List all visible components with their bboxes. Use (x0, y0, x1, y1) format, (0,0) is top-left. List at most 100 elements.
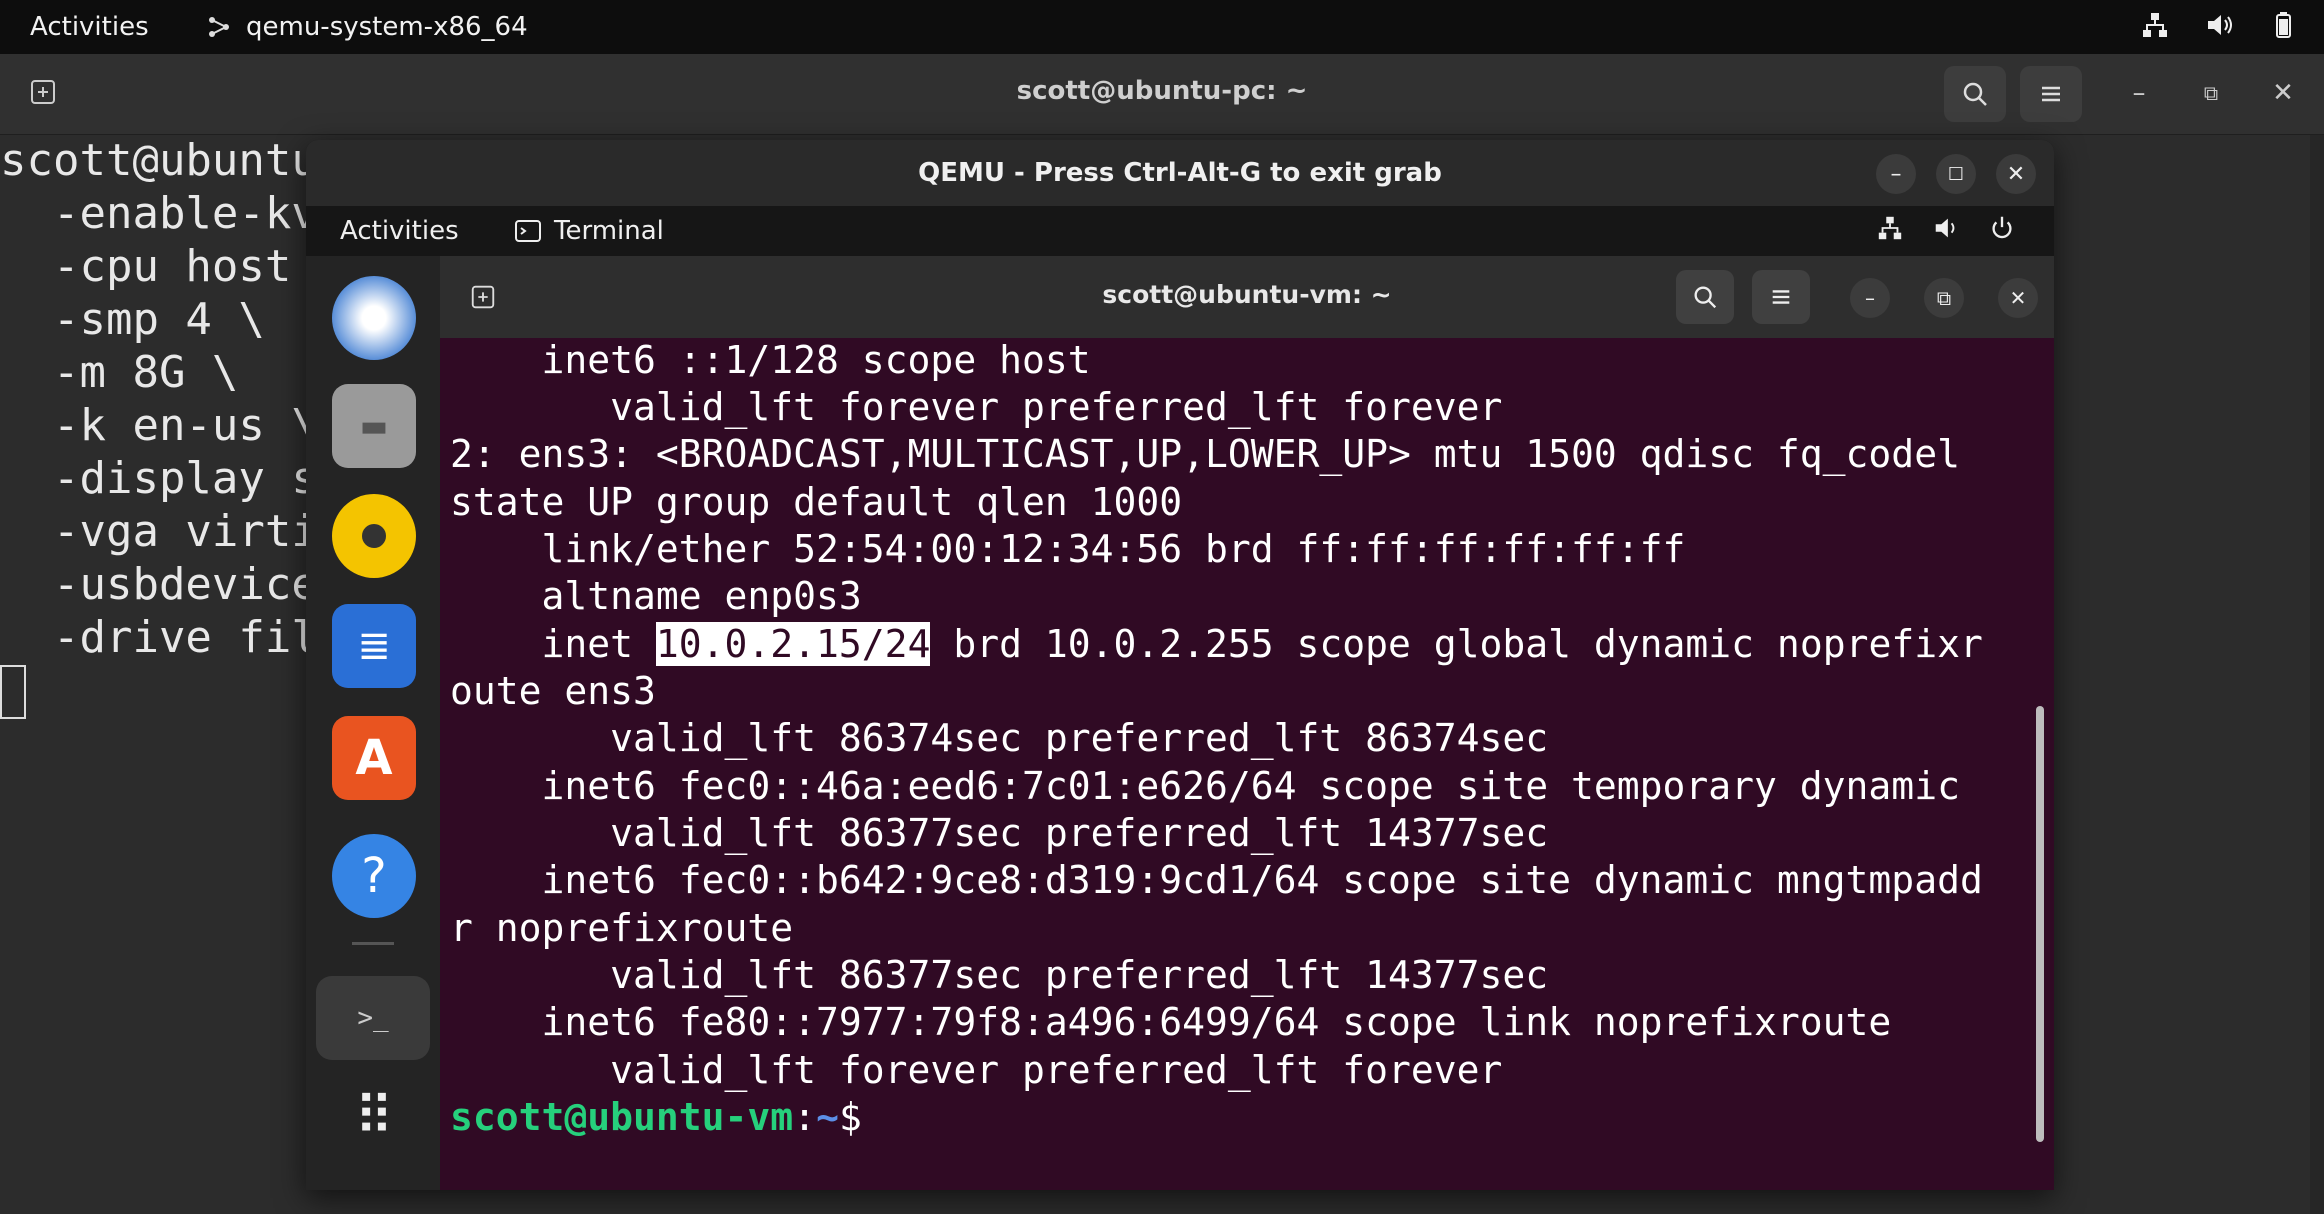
activities-button[interactable]: Activities (30, 12, 149, 42)
close-icon: ✕ (2009, 286, 2027, 310)
thunderbird-icon[interactable] (332, 276, 416, 360)
qemu-title: QEMU - Press Ctrl-Alt-G to exit grab (918, 158, 1442, 188)
volume-icon[interactable] (1932, 214, 1960, 242)
host-top-bar: Activities qemu-system-x86_64 (0, 0, 2324, 54)
volume-icon[interactable] (2204, 10, 2234, 40)
vm-close-button[interactable]: ✕ (1998, 278, 2038, 318)
inet-prefix: inet (450, 622, 656, 666)
hamburger-menu-icon (2042, 86, 2060, 102)
minimize-icon: – (1890, 161, 1902, 187)
vm-top-bar: Activities Terminal (306, 206, 2054, 256)
host-terminal-cursor (0, 665, 26, 719)
vm-new-tab-button[interactable] (454, 270, 512, 324)
app-center-icon[interactable]: A (332, 716, 416, 800)
network-icon[interactable] (2140, 10, 2170, 40)
terminal-line: inet6 fec0::46a:eed6:7c01:e626/64 scope … (450, 764, 1960, 808)
writer-icon[interactable]: ≣ (332, 604, 416, 688)
help-icon[interactable]: ? (332, 834, 416, 918)
terminal-line: valid_lft 86377sec preferred_lft 14377se… (450, 811, 1549, 855)
qemu-close-button[interactable]: ✕ (1996, 154, 2036, 194)
search-icon (1963, 82, 1987, 106)
network-icon[interactable] (1876, 214, 1904, 242)
host-menu-button[interactable] (2020, 66, 2082, 122)
terminal-line: valid_lft forever preferred_lft forever (450, 385, 1503, 429)
prompt-separator: : (793, 1095, 817, 1139)
vm-terminal-body[interactable]: inet6 ::1/128 scope host valid_lft forev… (440, 338, 2054, 1190)
vm-terminal-header[interactable]: scott@ubuntu-vm: ~ – ⧉ ✕ (440, 256, 2054, 338)
search-icon (1694, 286, 1717, 309)
host-terminal-line: -enable-kv (0, 188, 318, 239)
show-apps-icon[interactable]: ⠿ (332, 1074, 416, 1158)
restore-icon: ⧉ (2203, 81, 2219, 105)
host-minimize-button[interactable]: – (2116, 70, 2162, 116)
files-icon[interactable]: ▬ (332, 384, 416, 468)
new-tab-icon (471, 285, 495, 309)
system-tray[interactable] (2140, 10, 2298, 40)
new-tab-icon (31, 80, 55, 104)
host-terminal-line: -k en-us \ (0, 400, 318, 451)
terminal-line: valid_lft 86374sec preferred_lft 86374se… (450, 716, 1549, 760)
terminal-app-icon (515, 220, 541, 242)
vm-restore-button[interactable]: ⧉ (1924, 278, 1964, 318)
vm-terminal-title: scott@ubuntu-vm: ~ (1102, 280, 1392, 309)
vm-app-menu[interactable]: Terminal (514, 216, 664, 246)
vm-activities-button[interactable]: Activities (340, 216, 459, 246)
qemu-minimize-button[interactable]: – (1876, 154, 1916, 194)
terminal-line: inet6 ::1/128 scope host (450, 338, 1114, 382)
host-terminal-line: -cpu host (0, 241, 318, 292)
host-terminal-line: -vga virti (0, 506, 318, 557)
prompt-path: ~ (816, 1095, 839, 1139)
hamburger-menu-icon (1772, 290, 1790, 304)
vm-app-name: Terminal (554, 216, 664, 246)
qemu-titlebar[interactable]: QEMU - Press Ctrl-Alt-G to exit grab – ☐… (306, 140, 2054, 206)
terminal-line: oute ens3 (450, 669, 656, 713)
qemu-app-icon (209, 17, 229, 37)
battery-icon[interactable] (2268, 10, 2298, 40)
new-tab-button[interactable] (12, 64, 74, 120)
host-terminal-line: -usbdevice (0, 559, 318, 610)
terminal-icon[interactable]: >_ (316, 976, 430, 1060)
qemu-window[interactable]: QEMU - Press Ctrl-Alt-G to exit grab – ☐… (306, 140, 2054, 1190)
qemu-maximize-button[interactable]: ☐ (1936, 154, 1976, 194)
inet-suffix: brd 10.0.2.255 scope global dynamic nopr… (930, 622, 1983, 666)
host-close-button[interactable]: ✕ (2260, 70, 2306, 116)
terminal-line: altname enp0s3 (450, 574, 862, 618)
close-icon: ✕ (2272, 78, 2294, 108)
vm-scrollbar[interactable] (2036, 706, 2044, 1142)
rhythmbox-icon[interactable] (332, 494, 416, 578)
terminal-line: inet6 fe80::7977:79f8:a496:6499/64 scope… (450, 1000, 1892, 1044)
host-search-button[interactable] (1944, 66, 2006, 122)
terminal-line: link/ether 52:54:00:12:34:56 brd ff:ff:f… (450, 527, 1686, 571)
selected-ip-address[interactable]: 10.0.2.15/24 (655, 622, 931, 666)
vm-system-tray[interactable] (1876, 214, 2016, 242)
vm-dock: ▬ ≣ A ? >_ ⠿ (306, 256, 440, 1190)
vm-menu-button[interactable] (1752, 270, 1810, 324)
terminal-line: valid_lft forever preferred_lft forever (450, 1048, 1503, 1092)
minimize-icon: – (1865, 286, 1875, 310)
restore-icon: ⧉ (1936, 286, 1952, 310)
terminal-line: inet6 fec0::b642:9ce8:d319:9cd1/64 scope… (450, 858, 1983, 902)
host-terminal-line: scott@ubuntu (0, 135, 318, 186)
terminal-line-inet: inet 10.0.2.15/24 brd 10.0.2.255 scope g… (450, 622, 1983, 666)
vm-minimize-button[interactable]: – (1850, 278, 1890, 318)
minimize-icon: – (2132, 78, 2146, 108)
host-restore-button[interactable]: ⧉ (2188, 70, 2234, 116)
host-terminal-line: -drive fil (0, 612, 318, 663)
host-terminal-line: -display s (0, 453, 318, 504)
terminal-line: 2: ens3: <BROADCAST,MULTICAST,UP,LOWER_U… (450, 432, 1960, 476)
prompt-symbol: $ (838, 1095, 862, 1139)
terminal-line: valid_lft 86377sec preferred_lft 14377se… (450, 953, 1549, 997)
maximize-icon: ☐ (1947, 163, 1965, 185)
vm-search-button[interactable] (1676, 270, 1734, 324)
close-icon: ✕ (2006, 161, 2026, 187)
app-menu[interactable]: qemu-system-x86_64 (204, 12, 528, 42)
host-terminal-line: -smp 4 \ (0, 294, 265, 345)
host-terminal-line: -m 8G \ (0, 347, 239, 398)
terminal-line: state UP group default qlen 1000 (450, 480, 1183, 524)
power-icon[interactable] (1988, 214, 2016, 242)
host-scrollbar[interactable] (2310, 135, 2324, 1214)
prompt-user: scott@ubuntu-vm (450, 1095, 794, 1139)
app-name: qemu-system-x86_64 (246, 12, 528, 42)
terminal-prompt[interactable]: scott@ubuntu-vm:~$ (450, 1095, 862, 1139)
terminal-line: r noprefixroute (450, 906, 794, 950)
